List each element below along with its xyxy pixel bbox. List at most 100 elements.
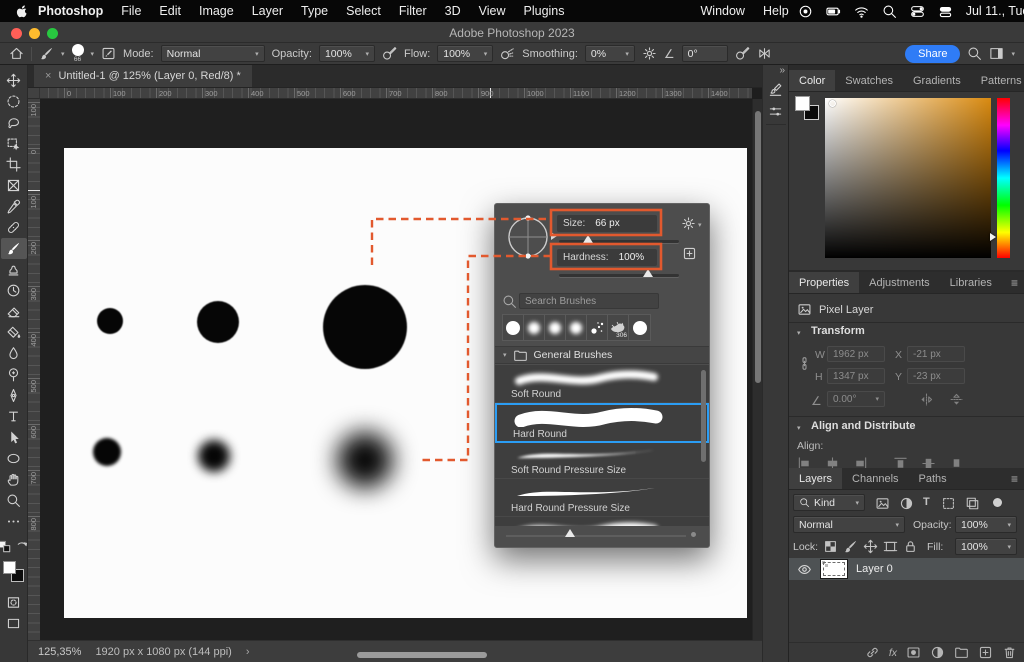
spotlight-icon[interactable] (882, 4, 897, 19)
menu-select[interactable]: Select (337, 4, 390, 18)
preview-size-slider[interactable] (506, 535, 686, 537)
menu-window[interactable]: Window (692, 4, 754, 18)
filter-image-layers-icon[interactable] (875, 496, 890, 511)
menu-edit[interactable]: Edit (150, 4, 190, 18)
input-switcher-icon[interactable] (938, 4, 953, 19)
recent-brush-soft[interactable] (566, 315, 587, 340)
preview-size-slider-thumb[interactable] (565, 529, 575, 537)
hand-tool[interactable] (1, 469, 27, 490)
recent-brush-hard[interactable] (629, 315, 650, 340)
saturation-brightness-field[interactable] (825, 98, 991, 258)
brush-item-hard-round[interactable]: Hard Round (495, 403, 709, 443)
toggle-brush-panel-icon[interactable] (101, 46, 116, 61)
color-tab-swatches[interactable]: Swatches (835, 70, 903, 91)
layer-style-icon[interactable]: fx (889, 647, 897, 659)
blur-tool[interactable] (1, 343, 27, 364)
control-center-icon[interactable] (910, 4, 925, 19)
lock-transparency-icon[interactable] (823, 539, 838, 554)
zoom-level[interactable]: 125,35% (38, 646, 81, 658)
align-section-title[interactable]: Align and Distribute (811, 420, 916, 432)
healing-brush-tool[interactable] (1, 217, 27, 238)
document-tab[interactable]: × Untitled-1 @ 125% (Layer 0, Red/8) * (34, 65, 252, 87)
x-field[interactable]: -21 px (907, 346, 965, 362)
brush-angle-input[interactable]: 0° (682, 45, 728, 62)
lock-artboard-icon[interactable] (883, 539, 898, 554)
collapse-icon[interactable]: ▾ (797, 329, 801, 337)
menu-plugins[interactable]: Plugins (515, 4, 574, 18)
search-icon[interactable] (967, 46, 982, 61)
path-selection-tool[interactable] (1, 427, 27, 448)
gear-icon[interactable] (642, 46, 657, 61)
hue-slider[interactable] (997, 98, 1010, 258)
brush-item-partial[interactable] (495, 517, 709, 526)
filter-type-layers-icon[interactable]: T (923, 496, 930, 508)
pressure-size-icon[interactable] (735, 46, 750, 61)
link-layers-icon[interactable] (865, 645, 880, 660)
expand-panels-icon[interactable]: » (779, 65, 785, 76)
brush-list-scrollbar-thumb[interactable] (701, 370, 706, 462)
add-layer-mask-icon[interactable] (906, 645, 921, 660)
color-tab-color[interactable]: Color (789, 70, 835, 91)
eyedropper-tool[interactable] (1, 196, 27, 217)
lock-position-icon[interactable] (863, 539, 878, 554)
layers-tab-layers[interactable]: Layers (789, 468, 842, 489)
foreground-color-swatch[interactable] (795, 96, 810, 111)
recent-brush-special[interactable]: 306 (608, 315, 629, 340)
lasso-tool[interactable] (1, 112, 27, 133)
recent-brush-scatter[interactable] (587, 315, 608, 340)
marquee-tool[interactable] (1, 91, 27, 112)
layer-fill-select[interactable]: 100%▾ (955, 538, 1017, 555)
horizontal-scrollbar-thumb[interactable] (357, 652, 487, 658)
layer-thumbnail[interactable] (820, 559, 848, 579)
size-slider[interactable] (559, 240, 679, 243)
collapse-icon[interactable]: ▾ (797, 424, 801, 432)
vertical-scrollbar[interactable] (752, 99, 762, 640)
pressure-opacity-icon[interactable] (382, 46, 397, 61)
hardness-slider[interactable] (559, 274, 679, 277)
share-button[interactable]: Share (905, 45, 960, 63)
smoothing-select[interactable]: 0%▾ (585, 45, 635, 62)
height-field[interactable]: 1347 px (827, 368, 885, 384)
menu-photoshop[interactable]: Photoshop (29, 4, 112, 18)
recent-brush-soft[interactable] (524, 315, 545, 340)
brush-size-field[interactable]: Size:66 px (557, 215, 657, 232)
frame-tool[interactable] (1, 175, 27, 196)
eraser-tool[interactable] (1, 301, 27, 322)
object-selection-tool[interactable] (1, 133, 27, 154)
brush-item-soft-round-pressure-size[interactable]: Soft Round Pressure Size (495, 441, 709, 479)
brush-item-hard-round-pressure-size[interactable]: Hard Round Pressure Size (495, 479, 709, 517)
color-tab-patterns[interactable]: Patterns (971, 70, 1024, 91)
layer-opacity-select[interactable]: 100%▾ (955, 516, 1017, 533)
workspace-switcher-icon[interactable] (989, 46, 1004, 61)
menu-help[interactable]: Help (754, 4, 798, 18)
delete-layer-icon[interactable] (1002, 645, 1017, 660)
zoom-tool[interactable] (1, 490, 27, 511)
home-icon[interactable] (9, 46, 24, 61)
transform-section-title[interactable]: Transform (811, 325, 865, 337)
more-tools[interactable] (1, 511, 27, 532)
opacity-select[interactable]: 100%▾ (319, 45, 375, 62)
brush-preset-picker[interactable]: 66 (72, 44, 84, 64)
clone-stamp-tool[interactable] (1, 259, 27, 280)
flip-vertical-icon[interactable] (949, 392, 964, 407)
layers-tab-paths[interactable]: Paths (909, 468, 957, 489)
menu-type[interactable]: Type (292, 4, 337, 18)
new-adjustment-layer-icon[interactable] (930, 645, 945, 660)
properties-tab-adjustments[interactable]: Adjustments (859, 272, 940, 293)
filter-shape-layers-icon[interactable] (941, 496, 956, 511)
symmetry-icon[interactable] (757, 46, 772, 61)
brush-hardness-field[interactable]: Hardness:100% (557, 249, 657, 266)
link-dimensions-icon[interactable] (797, 356, 812, 371)
menu-filter[interactable]: Filter (390, 4, 436, 18)
type-tool[interactable] (1, 406, 27, 427)
status-chevron-icon[interactable]: › (246, 646, 250, 658)
shape-tool[interactable] (1, 448, 27, 469)
vertical-scrollbar-thumb[interactable] (755, 111, 761, 383)
chevron-down-icon[interactable]: ▾ (61, 50, 65, 58)
quick-mask-button[interactable] (1, 592, 27, 613)
brush-tool[interactable] (1, 238, 27, 259)
brushes-panel-icon[interactable] (768, 104, 783, 119)
apple-icon[interactable] (14, 4, 29, 19)
flip-horizontal-icon[interactable] (919, 392, 934, 407)
recent-brush-soft[interactable] (545, 315, 566, 340)
